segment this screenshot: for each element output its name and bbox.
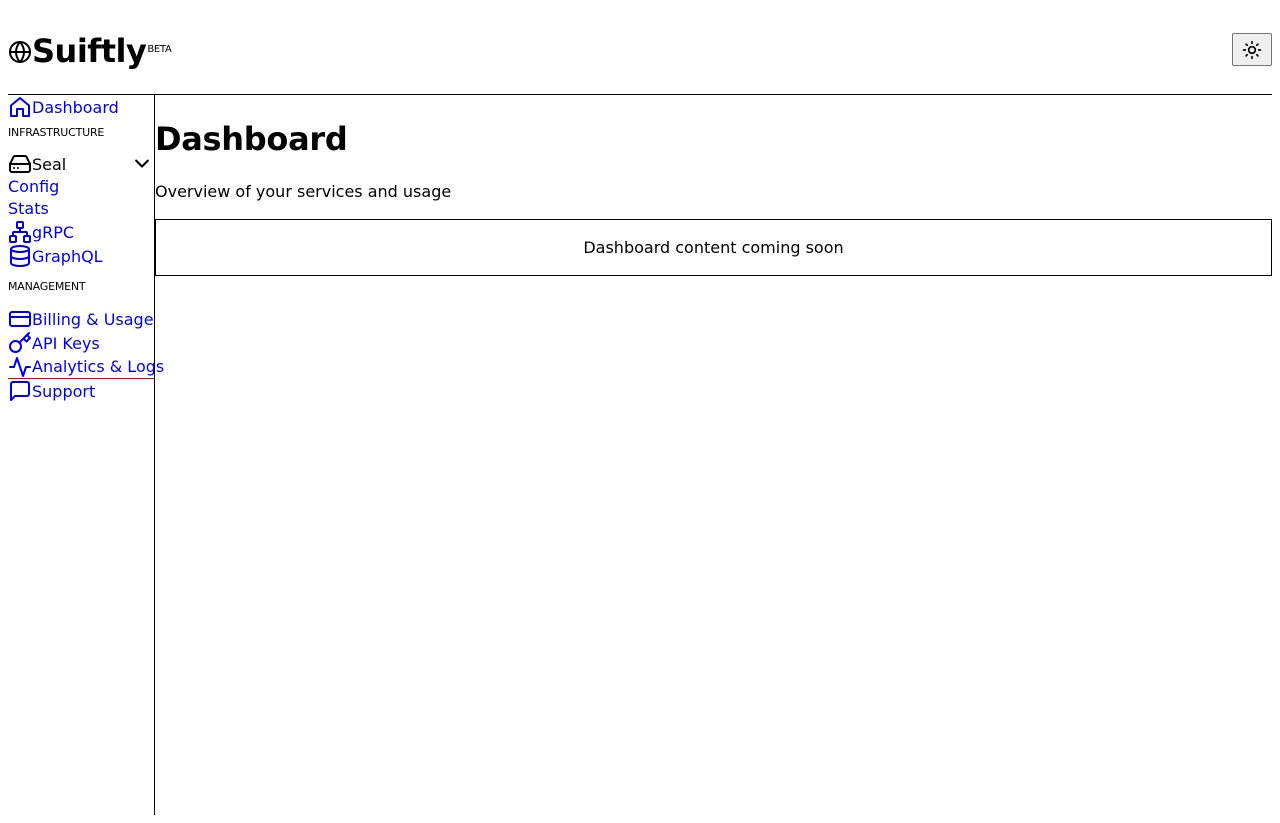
key-icon bbox=[9, 332, 31, 353]
hard-drive-icon bbox=[9, 155, 31, 173]
chevron-down-icon[interactable] bbox=[132, 154, 152, 174]
sidebar-item-graphql[interactable]: GraphQL bbox=[8, 244, 154, 268]
section-label-management: MANAGEMENT bbox=[8, 280, 86, 293]
database-icon bbox=[10, 245, 30, 267]
sidebar-item-label: Billing & Usage bbox=[32, 309, 154, 329]
sidebar-group-seal[interactable]: Seal bbox=[8, 152, 154, 176]
top-header: Suiftly BETA bbox=[8, 0, 1272, 95]
sidebar-item-seal-stats[interactable]: Stats bbox=[8, 198, 154, 220]
sidebar-item-dashboard[interactable]: Dashboard bbox=[8, 95, 154, 119]
sun-icon bbox=[1242, 40, 1262, 59]
credit-card-icon bbox=[9, 311, 31, 327]
home-icon bbox=[10, 97, 30, 117]
sidebar-item-billing[interactable]: Billing & Usage bbox=[8, 307, 154, 331]
sidebar-item-label: gRPC bbox=[32, 222, 75, 242]
brand-logo[interactable]: Suiftly BETA bbox=[8, 31, 172, 71]
page-subtitle: Overview of your services and usage bbox=[155, 182, 452, 201]
placeholder-text: Dashboard content coming soon bbox=[583, 238, 844, 257]
sidebar-item-label: Support bbox=[32, 381, 96, 401]
message-square-icon bbox=[10, 381, 30, 401]
globe-icon bbox=[9, 41, 31, 63]
theme-toggle-button[interactable] bbox=[1232, 33, 1272, 66]
sidebar-item-grpc[interactable]: gRPC bbox=[8, 220, 154, 244]
sidebar-item-support[interactable]: Support bbox=[8, 379, 154, 403]
dashboard-placeholder: Dashboard content coming soon bbox=[155, 219, 1272, 276]
sidebar-item-label: API Keys bbox=[32, 333, 100, 353]
brand-name: Suiftly bbox=[32, 32, 147, 70]
sidebar-item-label: Dashboard bbox=[32, 97, 119, 117]
network-icon bbox=[9, 221, 31, 243]
sidebar-item-label: GraphQL bbox=[32, 246, 103, 266]
sidebar-item-label: Analytics & Logs bbox=[32, 357, 165, 376]
sidebar: Dashboard INFRASTRUCTURE Seal Config Sta… bbox=[8, 95, 164, 815]
beta-badge: BETA bbox=[147, 44, 172, 55]
section-label-infrastructure: INFRASTRUCTURE bbox=[8, 126, 105, 139]
activity-icon bbox=[9, 356, 31, 377]
sidebar-item-seal-config[interactable]: Config bbox=[8, 176, 154, 198]
sidebar-item-analytics[interactable]: Analytics & Logs bbox=[8, 355, 164, 379]
sidebar-item-api-keys[interactable]: API Keys bbox=[8, 331, 154, 355]
sidebar-group-label: Seal bbox=[32, 154, 67, 174]
page-title: Dashboard bbox=[155, 120, 348, 158]
